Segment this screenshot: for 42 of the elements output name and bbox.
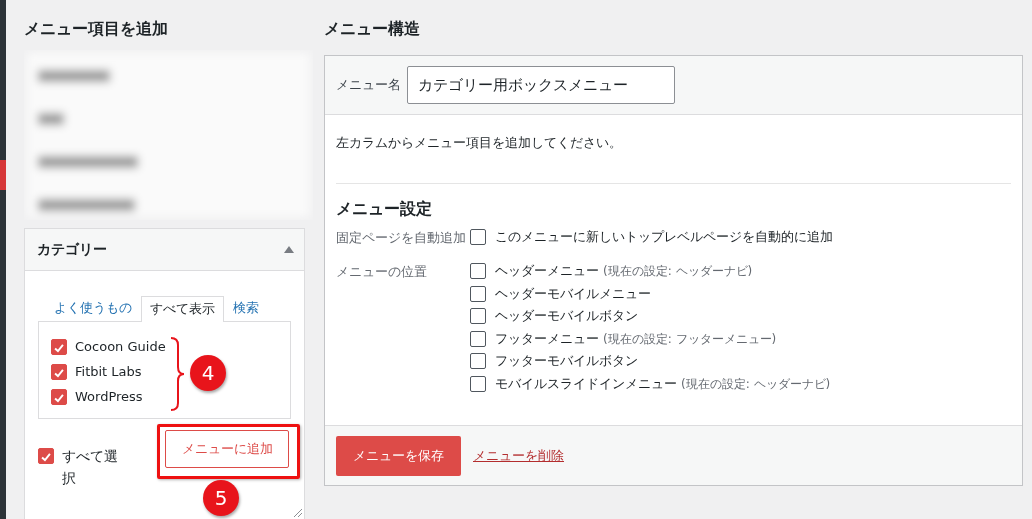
- checkbox-label: Cocoon Guide: [75, 339, 166, 354]
- checkbox-label: すべて選択: [62, 447, 119, 488]
- checkbox-label: Fitbit Labs: [75, 364, 142, 379]
- active-menu-marker: [0, 160, 6, 190]
- checkbox[interactable]: [470, 285, 486, 302]
- checkbox-label: このメニューに新しいトップレベルページを自動的に追加: [495, 228, 833, 246]
- add-to-menu-button[interactable]: メニューに追加: [165, 430, 289, 468]
- collapse-icon[interactable]: [284, 246, 294, 253]
- checkbox[interactable]: [470, 263, 486, 279]
- checkbox[interactable]: [470, 330, 486, 347]
- checkbox[interactable]: [51, 388, 67, 405]
- checkbox[interactable]: [470, 308, 486, 324]
- checkbox-label: フッターメニュー: [495, 330, 599, 346]
- checkbox-label: ヘッダーモバイルボタン: [495, 308, 638, 323]
- checkbox-label: フッターモバイルボタン: [495, 353, 638, 368]
- checkbox-label: WordPress: [75, 389, 143, 404]
- hint-text: 左カラムからメニュー項目を追加してください。: [336, 134, 623, 152]
- setting-label: 固定ページを自動追加: [336, 229, 467, 247]
- save-menu-button[interactable]: メニューを保存: [336, 435, 461, 476]
- menu-name-field[interactable]: カテゴリー用ボックスメニュー: [407, 66, 675, 104]
- delete-menu-link[interactable]: メニューを削除: [473, 446, 564, 465]
- checkbox[interactable]: [470, 229, 486, 245]
- field-label: メニュー名: [336, 76, 401, 94]
- tab[interactable]: よく使うもの: [45, 295, 141, 321]
- checkbox[interactable]: [470, 375, 486, 392]
- panel-title: カテゴリー: [37, 240, 107, 259]
- current-setting-note: (現在の設定: ヘッダーナビ): [603, 264, 753, 278]
- current-setting-note: (現在の設定: フッターメニュー): [603, 331, 777, 346]
- section-title: メニュー項目を追加: [24, 19, 169, 40]
- checkbox[interactable]: [470, 353, 486, 369]
- settings-heading: メニュー設定: [336, 199, 433, 220]
- checkbox[interactable]: [51, 338, 67, 355]
- tab[interactable]: すべて表示: [141, 296, 224, 322]
- checkbox-label: モバイルスライドインメニュー: [495, 375, 677, 391]
- checkbox[interactable]: [51, 363, 67, 380]
- section-title: メニュー構造: [324, 19, 421, 40]
- current-setting-note: (現在の設定: ヘッダーナビ): [681, 376, 831, 391]
- checkbox-label: ヘッダーメニュー: [495, 263, 599, 278]
- setting-label: メニューの位置: [336, 263, 428, 281]
- tab[interactable]: 検索: [224, 295, 268, 321]
- checkbox-label: ヘッダーモバイルメニュー: [495, 285, 651, 301]
- checkbox[interactable]: [38, 448, 54, 464]
